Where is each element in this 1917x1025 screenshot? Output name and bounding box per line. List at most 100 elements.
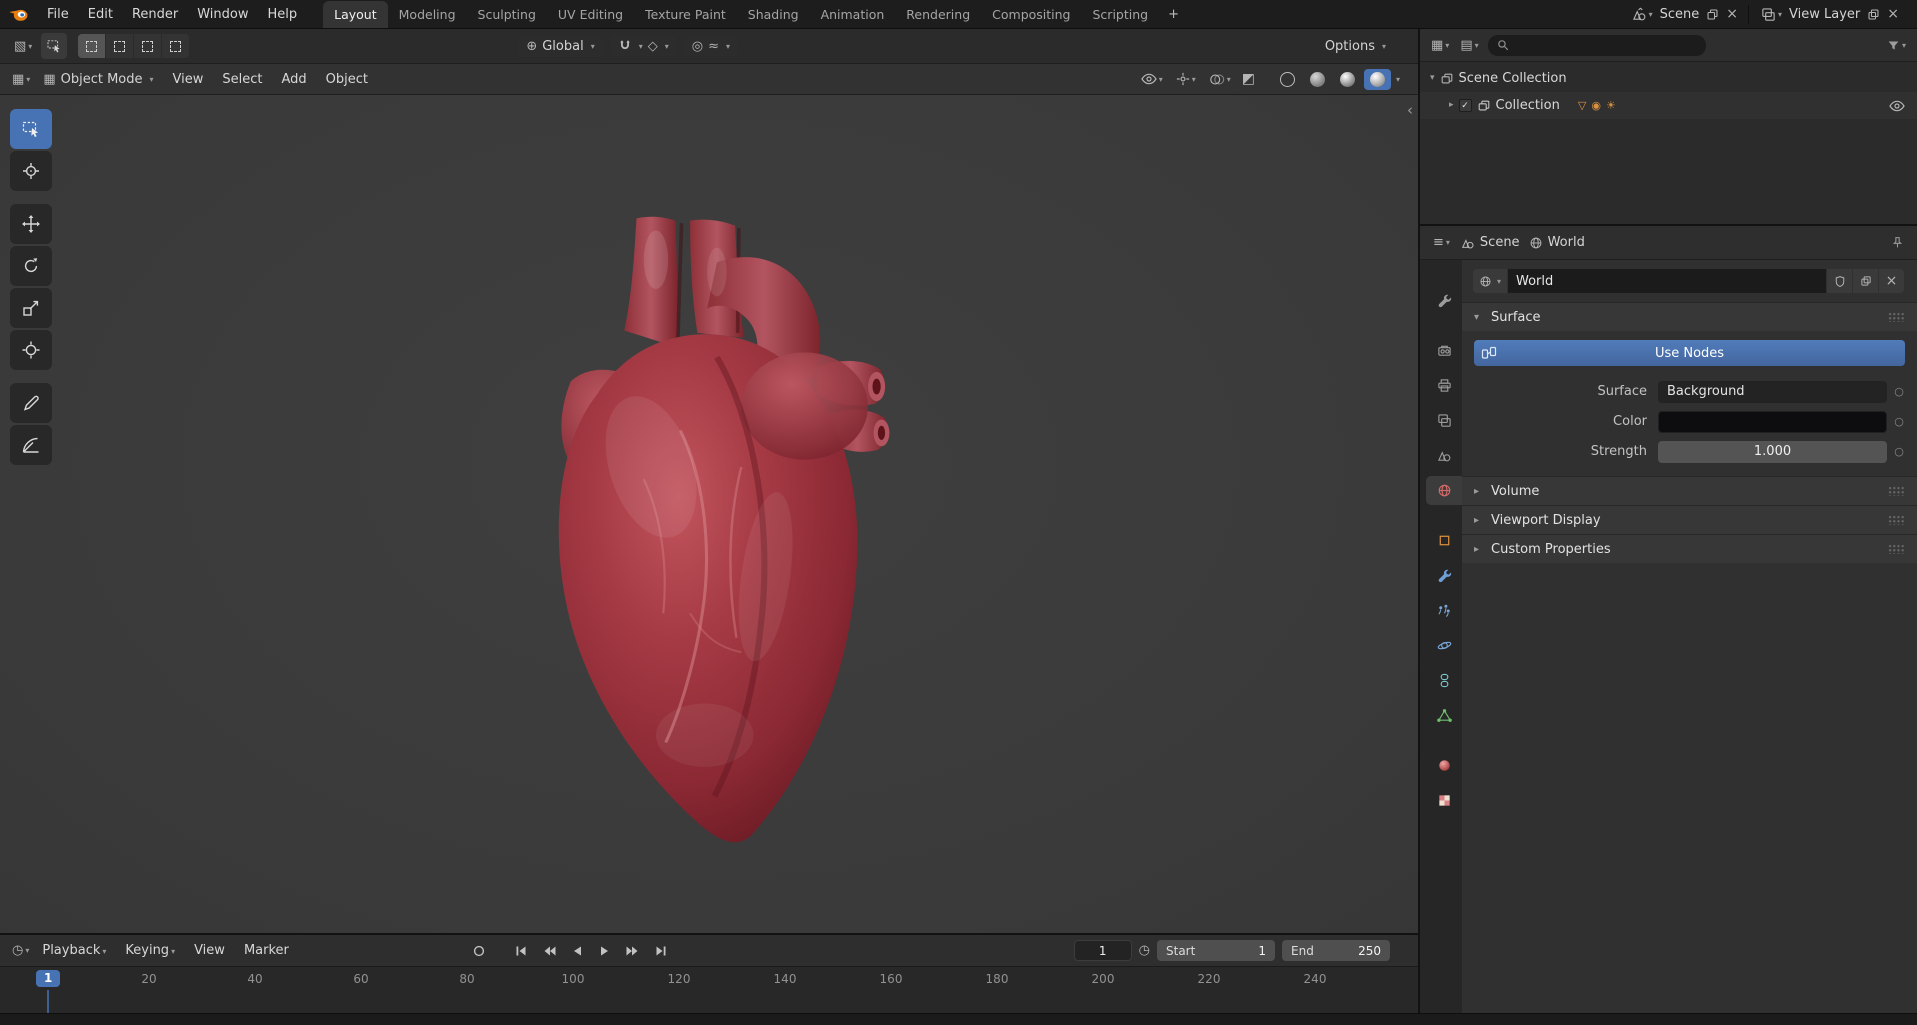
timeline-ruler[interactable]: 20 40 60 80 100 120 140 160 180 200 220 …: [0, 966, 1418, 1013]
use-nodes-button[interactable]: Use Nodes: [1474, 340, 1905, 366]
menu-timeline-view[interactable]: View: [186, 940, 233, 961]
workspace-tab-compositing[interactable]: Compositing: [981, 1, 1081, 28]
tab-render[interactable]: [1426, 336, 1462, 365]
tool-scale[interactable]: [10, 288, 52, 328]
strength-slider[interactable]: 1.000: [1658, 440, 1887, 463]
disclosure-icon[interactable]: ▾: [1430, 74, 1435, 83]
select-mode-new-button[interactable]: [78, 34, 106, 58]
object-visibility-dropdown[interactable]: ▾: [1139, 71, 1165, 87]
new-world-button[interactable]: [1853, 269, 1878, 293]
menu-render[interactable]: Render: [123, 4, 187, 25]
transform-orientation-dropdown[interactable]: ⊕ Global ▾: [518, 35, 603, 57]
outliner-search-input[interactable]: [1487, 34, 1706, 56]
start-frame-field[interactable]: Start 1: [1157, 940, 1275, 961]
tool-cursor[interactable]: [10, 151, 52, 191]
menu-keying[interactable]: Keying ▾: [117, 940, 183, 961]
tab-particles[interactable]: [1426, 596, 1462, 625]
menu-file[interactable]: File: [38, 4, 78, 25]
collection-exclude-checkbox[interactable]: ✓: [1458, 99, 1472, 112]
object-type-mesh-icon[interactable]: ▽: [1578, 100, 1586, 111]
menu-add[interactable]: Add: [274, 69, 315, 90]
playhead-badge[interactable]: 1: [36, 970, 61, 987]
gizmos-dropdown[interactable]: ▾: [1174, 70, 1198, 88]
tab-physics[interactable]: [1426, 631, 1462, 660]
panel-grip-handle[interactable]: [1888, 312, 1905, 322]
tool-move[interactable]: [10, 204, 52, 244]
browse-view-layer-button[interactable]: ▾: [1759, 5, 1784, 24]
current-frame-field[interactable]: 1: [1073, 940, 1132, 961]
menu-select[interactable]: Select: [214, 69, 270, 90]
tab-world[interactable]: [1426, 476, 1462, 505]
menu-marker[interactable]: Marker: [236, 940, 297, 961]
viewport-display-panel-header[interactable]: ▸ Viewport Display: [1462, 505, 1917, 534]
menu-object[interactable]: Object: [318, 69, 376, 90]
display-mode-dropdown[interactable]: ▤ ▾: [1458, 37, 1480, 54]
outliner-editor-type-button[interactable]: ▦ ▾: [1429, 37, 1451, 54]
next-keyframe-button[interactable]: [621, 941, 645, 961]
unlink-scene-button[interactable]: ×: [1726, 7, 1738, 21]
select-mode-subtract-button[interactable]: [134, 34, 162, 58]
tab-object[interactable]: [1426, 526, 1462, 555]
workspace-tab-animation[interactable]: Animation: [810, 1, 896, 28]
scene-collection-row[interactable]: ▾ Scene Collection: [1420, 65, 1917, 92]
object-type-camera-icon[interactable]: ◉: [1591, 100, 1601, 111]
world-color-swatch[interactable]: [1658, 410, 1887, 433]
tab-modifiers[interactable]: [1426, 561, 1462, 590]
remove-view-layer-button[interactable]: ×: [1887, 7, 1899, 21]
shading-rendered-button[interactable]: [1363, 68, 1391, 90]
tab-constraints[interactable]: [1426, 666, 1462, 695]
tab-scene[interactable]: [1426, 441, 1462, 470]
active-tool-button[interactable]: [41, 33, 68, 59]
playhead-line[interactable]: [47, 990, 49, 1013]
object-type-light-icon[interactable]: ☀: [1606, 100, 1616, 111]
browse-scene-button[interactable]: ▾: [1630, 5, 1655, 24]
blender-logo[interactable]: [8, 6, 29, 23]
options-dropdown[interactable]: Options ▾: [1317, 36, 1394, 57]
jump-to-start-button[interactable]: [509, 941, 533, 961]
panel-grip-handle[interactable]: [1888, 515, 1905, 525]
workspace-tab-scripting[interactable]: Scripting: [1082, 1, 1160, 28]
workspace-tab-shading[interactable]: Shading: [737, 1, 810, 28]
snapping-controls[interactable]: ▾ ◇ ▾: [609, 36, 677, 56]
play-reverse-button[interactable]: [565, 941, 589, 961]
unlink-world-button[interactable]: ×: [1879, 269, 1904, 293]
workspace-tab-modeling[interactable]: Modeling: [388, 1, 467, 28]
mode-dropdown[interactable]: ▦ Object Mode ▾: [35, 69, 161, 90]
previous-keyframe-button[interactable]: [537, 941, 561, 961]
disclosure-icon[interactable]: ▸: [1449, 101, 1454, 110]
panel-grip-handle[interactable]: [1888, 544, 1905, 554]
workspace-tab-sculpting[interactable]: Sculpting: [467, 1, 547, 28]
proportional-editing-controls[interactable]: ◎ ≈ ▾: [683, 36, 739, 56]
sidebar-toggle-arrow[interactable]: ‹: [1407, 101, 1413, 119]
menu-help[interactable]: Help: [259, 4, 307, 25]
jump-to-end-button[interactable]: [649, 941, 673, 961]
tab-texture[interactable]: [1426, 786, 1462, 815]
shading-wireframe-button[interactable]: [1274, 69, 1301, 90]
animate-decorator[interactable]: ○: [1887, 445, 1911, 458]
shading-material-button[interactable]: [1334, 69, 1361, 90]
tab-material[interactable]: [1426, 751, 1462, 780]
xray-toggle[interactable]: ◩: [1242, 72, 1255, 86]
animate-decorator[interactable]: ○: [1887, 415, 1911, 428]
tool-select-box[interactable]: [10, 109, 52, 149]
world-name-field[interactable]: World: [1508, 269, 1826, 293]
properties-editor-type-button[interactable]: ≡ ▾: [1431, 234, 1452, 251]
shading-solid-button[interactable]: [1304, 69, 1331, 90]
breadcrumb-world[interactable]: World: [1529, 235, 1585, 250]
editor-type-button[interactable]: ▧ ▾: [12, 38, 34, 55]
tool-transform[interactable]: [10, 330, 52, 370]
workspace-tab-rendering[interactable]: Rendering: [895, 1, 981, 28]
tab-output[interactable]: [1426, 371, 1462, 400]
browse-world-button[interactable]: ▾: [1473, 269, 1508, 293]
collection-row[interactable]: ▸ ✓ Collection ▽ ◉ ☀: [1420, 92, 1917, 119]
select-mode-extend-button[interactable]: [106, 34, 134, 58]
pin-id-button[interactable]: [1889, 234, 1906, 251]
menu-view[interactable]: View: [165, 69, 212, 90]
surface-panel-header[interactable]: ▾ Surface: [1462, 302, 1917, 331]
tab-tool[interactable]: [1426, 286, 1462, 315]
workspace-tab-texture-paint[interactable]: Texture Paint: [634, 1, 737, 28]
volume-panel-header[interactable]: ▸ Volume: [1462, 476, 1917, 505]
viewport-canvas[interactable]: ‹: [0, 95, 1418, 933]
fake-user-button[interactable]: [1827, 269, 1852, 293]
add-view-layer-button[interactable]: [1865, 6, 1882, 23]
